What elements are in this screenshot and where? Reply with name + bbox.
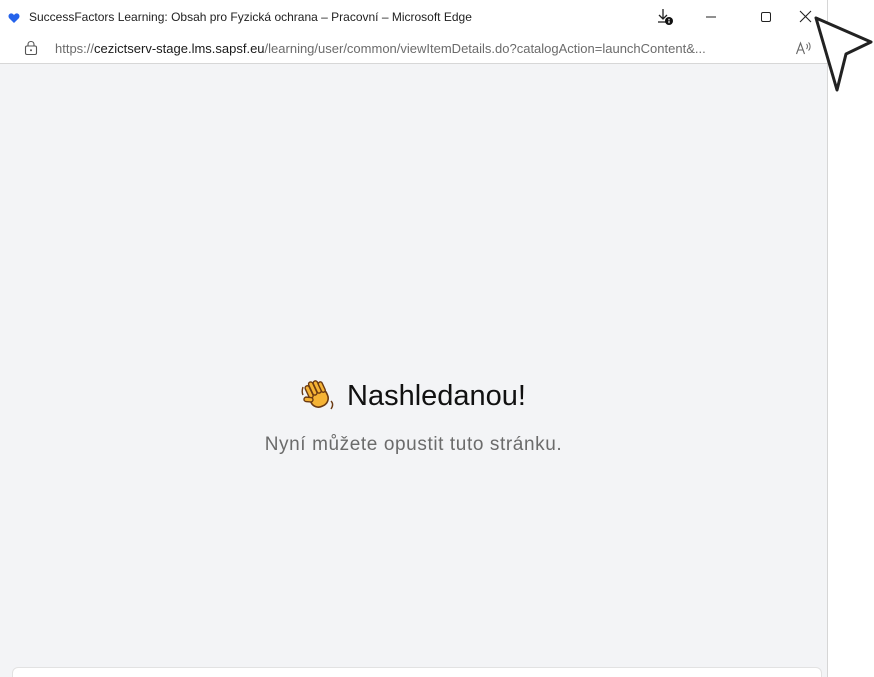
address-bar[interactable]: https://cezictserv-stage.lms.sapsf.eu/le… — [0, 33, 827, 64]
page-content: Nashledanou! Nyní můžete opustit tuto st… — [0, 64, 827, 677]
goodbye-message: Nashledanou! Nyní můžete opustit tuto st… — [0, 379, 827, 456]
minimize-button[interactable] — [688, 0, 734, 33]
download-button[interactable] — [642, 0, 688, 33]
title-bar[interactable]: SuccessFactors Learning: Obsah pro Fyzic… — [0, 0, 827, 33]
heart-icon — [8, 11, 20, 23]
maximize-icon — [760, 11, 772, 23]
mouse-cursor-icon — [813, 14, 874, 94]
download-icon — [656, 8, 674, 26]
read-aloud-icon[interactable] — [795, 40, 813, 56]
page-subtext: Nyní můžete opustit tuto stránku. — [264, 434, 563, 455]
url-host: cezictserv-stage.lms.sapsf.eu — [94, 41, 265, 56]
waving-hand-icon — [301, 379, 335, 413]
browser-window: SuccessFactors Learning: Obsah pro Fyzic… — [0, 0, 828, 677]
minimize-icon — [705, 11, 717, 23]
footer-panel — [12, 667, 822, 677]
window-title: SuccessFactors Learning: Obsah pro Fyzic… — [29, 10, 472, 24]
heading-text: Nashledanou! — [347, 379, 526, 412]
close-icon — [799, 10, 812, 23]
url-field[interactable]: https://cezictserv-stage.lms.sapsf.eu/le… — [55, 41, 706, 56]
lock-icon[interactable] — [24, 40, 38, 56]
page-heading: Nashledanou! — [301, 379, 526, 413]
url-protocol: https:// — [55, 41, 95, 56]
url-path: /learning/user/common/viewItemDetails.do… — [264, 41, 706, 56]
